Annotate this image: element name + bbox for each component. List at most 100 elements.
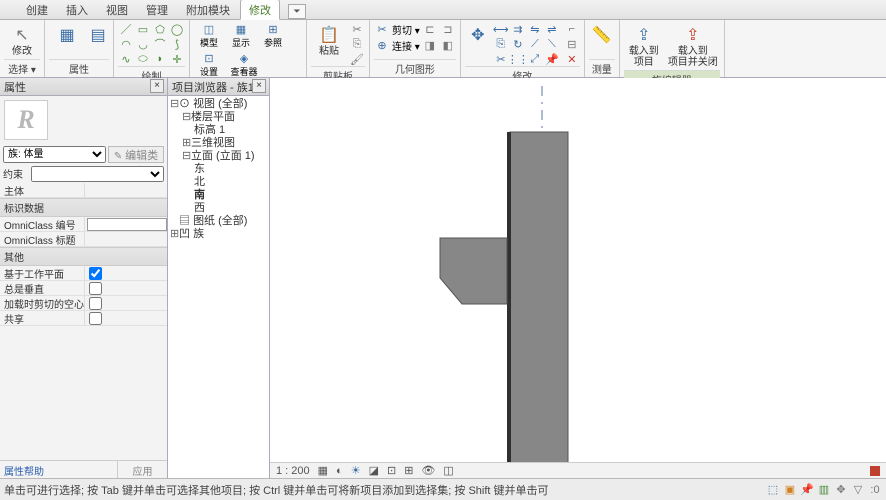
tray-select-underlay-icon[interactable]: ▣ xyxy=(783,483,797,497)
tab-create[interactable]: 创建 xyxy=(18,0,56,19)
arc3pt-icon[interactable]: ◠ xyxy=(118,37,134,51)
pick-icon[interactable]: ✛ xyxy=(169,52,185,66)
corner-trim-icon[interactable]: ⌐ xyxy=(564,22,580,36)
omniclass-number-input[interactable] xyxy=(87,218,167,231)
align-icon[interactable]: ⟷ xyxy=(493,22,509,36)
tab-addins[interactable]: 附加模块 xyxy=(178,0,238,19)
scale-display[interactable]: 1 : 200 xyxy=(276,465,310,477)
tray-select-face-icon[interactable]: ▥ xyxy=(817,483,831,497)
cut-with-voids-checkbox[interactable] xyxy=(89,297,102,310)
tree-south[interactable]: 南 xyxy=(194,189,205,201)
viewer-icon[interactable]: ◈ xyxy=(236,51,252,65)
arc-center-icon[interactable]: ◡ xyxy=(135,37,151,51)
hide-isolate-icon[interactable]: 👁 xyxy=(421,464,435,477)
constraint-filter[interactable] xyxy=(31,166,164,182)
tree-sheets[interactable]: 图纸 (全部) xyxy=(193,215,247,227)
model-icon[interactable]: ◫ xyxy=(201,22,217,36)
visual-style-icon[interactable]: ◐ xyxy=(336,465,343,477)
rect-icon[interactable]: ▭ xyxy=(135,22,151,36)
pin-icon[interactable]: 📌 xyxy=(544,52,560,66)
tree-floorplans[interactable]: 楼层平面 xyxy=(191,111,235,123)
line-icon[interactable]: ／ xyxy=(118,22,134,36)
tab-help-dropdown[interactable]: ⏷ xyxy=(288,4,306,19)
reveal-icon[interactable]: ◫ xyxy=(443,464,453,477)
ref-icon[interactable]: ⊞ xyxy=(265,22,281,36)
group-other[interactable]: 其他 xyxy=(0,247,167,266)
shared-checkbox[interactable] xyxy=(89,312,102,325)
show-icon[interactable]: ▦ xyxy=(233,22,249,36)
rotate-icon[interactable]: ↻ xyxy=(510,37,526,51)
shadows-icon[interactable]: ◪ xyxy=(369,464,379,477)
ellipse-icon[interactable]: ⬭ xyxy=(135,52,151,66)
crop-view-icon[interactable]: ⊡ xyxy=(387,464,396,477)
crop-region-icon[interactable]: ⊞ xyxy=(404,464,413,477)
offset-icon[interactable]: ⇉ xyxy=(510,22,526,36)
tree-north[interactable]: 北 xyxy=(194,176,205,188)
poly-icon[interactable]: ⬠ xyxy=(152,22,168,36)
match-icon[interactable]: 🖌 xyxy=(349,52,365,66)
tray-filter-icon[interactable]: ▽ xyxy=(851,483,865,497)
apply-button[interactable]: 应用 xyxy=(117,461,167,478)
join-geom-icon[interactable]: ⊕ xyxy=(374,39,390,53)
copy-move-icon[interactable]: ⎘ xyxy=(493,37,509,51)
tree-elevations[interactable]: 立面 (立面 1) xyxy=(191,150,255,162)
drawing-canvas[interactable]: 1 : 200 ▦ ◐ ☀ ◪ ⊡ ⊞ 👁 ◫ xyxy=(270,78,886,478)
always-vertical-checkbox[interactable] xyxy=(89,282,102,295)
mirror-pick-icon[interactable]: ⇋ xyxy=(527,22,543,36)
scale-icon[interactable]: ⤢ xyxy=(527,52,543,66)
workplane-based-checkbox[interactable] xyxy=(89,267,102,280)
tree-level1[interactable]: 标高 1 xyxy=(194,124,225,136)
fillet-icon[interactable]: ⟆ xyxy=(169,37,185,51)
detail-level-icon[interactable]: ▦ xyxy=(318,464,328,477)
browser-tree[interactable]: ⊟⊙ 视图 (全部) ⊟楼层平面 标高 1 ⊞三维视图 ⊟立面 (立面 1) 东… xyxy=(168,96,269,243)
tree-views[interactable]: 视图 (全部) xyxy=(193,98,247,110)
tray-select-pinned-icon[interactable]: 📌 xyxy=(800,483,814,497)
delete-icon[interactable]: ✕ xyxy=(564,52,580,66)
group-identity[interactable]: 标识数据 xyxy=(0,198,167,217)
properties-button[interactable]: ▦ xyxy=(49,22,85,48)
tab-view[interactable]: 视图 xyxy=(98,0,136,19)
cope-icon[interactable]: ⊏ xyxy=(422,23,438,37)
browser-close-button[interactable]: × xyxy=(252,79,266,93)
split-gap-icon[interactable]: ⊟ xyxy=(564,37,580,51)
mirror-draw-icon[interactable]: ⇌ xyxy=(544,22,560,36)
uncope-icon[interactable]: ⊐ xyxy=(440,23,456,37)
draw-tools-grid: ／ ▭ ⬠ ◯ ◠ ◡ ⌒ ⟆ ∿ ⬭ ◗ ✛ xyxy=(118,22,185,66)
move-button[interactable]: ✥ xyxy=(465,22,491,48)
copy-icon[interactable]: ⎘ xyxy=(349,37,365,51)
canvas-corner-handle[interactable] xyxy=(870,466,880,476)
cut-geom-icon[interactable]: ✂ xyxy=(374,23,390,37)
paint-icon[interactable]: ◧ xyxy=(440,39,456,53)
type-selector[interactable]: 族: 体量 xyxy=(3,146,106,163)
spline-icon[interactable]: ∿ xyxy=(118,52,134,66)
split-face-icon[interactable]: ◨ xyxy=(422,39,438,53)
load-close-button[interactable]: ⇪ 载入到 项目并关闭 xyxy=(666,22,720,70)
tray-drag-icon[interactable]: ✥ xyxy=(834,483,848,497)
set-icon[interactable]: ⊡ xyxy=(201,51,217,65)
arc-tan-icon[interactable]: ⌒ xyxy=(152,37,168,51)
sun-path-icon[interactable]: ☀ xyxy=(351,464,361,477)
array-icon[interactable]: ⋮⋮ xyxy=(510,52,526,66)
tray-count-icon[interactable]: :0 xyxy=(868,483,882,497)
paste-button[interactable]: 📋 粘贴 xyxy=(311,22,347,59)
load-into-project-button[interactable]: ⇪ 载入到 项目 xyxy=(624,22,664,70)
family-types-button[interactable]: ▤ xyxy=(87,22,109,48)
tab-manage[interactable]: 管理 xyxy=(138,0,176,19)
edit-type-button[interactable]: ✎ 编辑类型 xyxy=(108,146,164,163)
extend-icon[interactable]: ⟍ xyxy=(544,37,560,51)
properties-close-button[interactable]: × xyxy=(150,79,164,93)
measure-button[interactable]: 📏 xyxy=(589,22,615,48)
tree-3dviews[interactable]: 三维视图 xyxy=(191,137,235,149)
tab-insert[interactable]: 插入 xyxy=(58,0,96,19)
tree-west[interactable]: 西 xyxy=(194,202,205,214)
tree-east[interactable]: 东 xyxy=(194,163,205,175)
half-ellipse-icon[interactable]: ◗ xyxy=(152,52,168,66)
tray-select-links-icon[interactable]: ⬚ xyxy=(766,483,780,497)
cut-icon[interactable]: ✂ xyxy=(349,22,365,36)
trim-icon[interactable]: ⟋ xyxy=(527,37,543,51)
tree-families[interactable]: 族 xyxy=(193,228,204,240)
properties-help-link[interactable]: 属性帮助 xyxy=(0,461,117,478)
circle-icon[interactable]: ◯ xyxy=(169,22,185,36)
modify-button[interactable]: ↖ 修改 xyxy=(4,22,40,59)
tab-modify[interactable]: 修改 xyxy=(240,0,280,20)
